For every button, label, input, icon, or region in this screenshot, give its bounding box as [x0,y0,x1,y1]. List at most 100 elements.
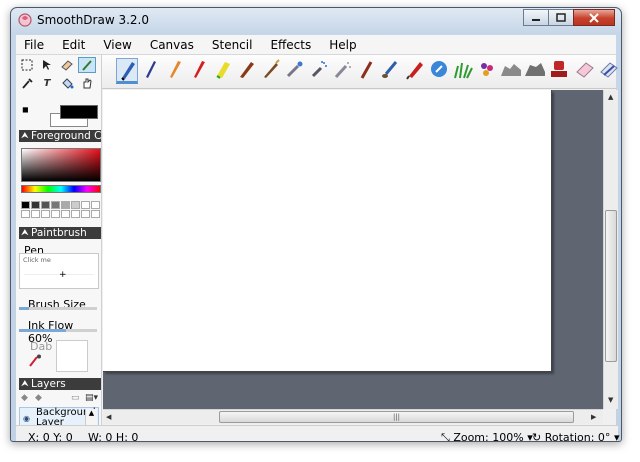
move-layer-up-icon[interactable]: ◆ [35,393,42,403]
client-area: T ◼ ⮝ Foreground C ⮝ Paintbrush Pen Clic… [16,55,619,442]
menu-canvas[interactable]: Canvas [148,37,196,53]
menu-edit[interactable]: Edit [60,37,87,53]
palette-swatch[interactable] [21,210,30,218]
palette-swatch[interactable] [81,201,90,209]
horizontal-scroll-thumb[interactable]: ||| [219,411,574,423]
foreground-color-swatch[interactable] [60,105,98,119]
foreground-panel-header[interactable]: ⮝ Foreground C [19,130,101,142]
hand-icon [83,78,92,89]
brush-eraser-button[interactable] [574,58,596,84]
eraser-tool[interactable] [58,57,76,73]
brush-ballpoint-button[interactable] [140,58,162,84]
left-tool-panel: T ◼ ⮝ Foreground C ⮝ Paintbrush Pen Clic… [16,55,102,429]
palette-swatch[interactable] [71,201,80,209]
scroll-right-icon[interactable]: ▶ [591,413,596,421]
palette-swatch[interactable] [51,201,60,209]
spray-icon [311,61,327,78]
eyedropper-tool[interactable] [18,75,36,91]
vertical-scroll-thumb[interactable] [605,210,617,362]
drawing-canvas[interactable] [103,90,552,372]
move-tool[interactable] [38,57,56,73]
brush-size-slider[interactable] [19,307,97,310]
brush-preview-box[interactable]: Click me + [19,253,99,289]
color-gradient-picker[interactable] [21,148,101,182]
palette-swatch[interactable] [31,201,40,209]
rotation-control[interactable]: ↻ Rotation: 0° ▾ [532,431,619,442]
close-button[interactable] [573,9,615,26]
palette-swatch[interactable] [81,210,90,218]
paintbrush-panel-title: Paintbrush [31,227,87,239]
brush-paintbrush-button[interactable] [380,58,402,84]
eye-visibility-icon[interactable]: ◉ [23,414,30,423]
window-controls [523,9,615,26]
window-title: SmoothDraw 3.2.0 [37,13,149,27]
title-bar[interactable]: SmoothDraw 3.2.0 [11,8,621,34]
ink-flow-fill [19,329,66,332]
canvas-viewport[interactable] [103,90,603,409]
highlighter-icon [216,62,230,79]
brush-flower-button[interactable] [476,58,498,84]
horizontal-scrollbar[interactable]: ◀ ||| ▶ [103,409,603,424]
menu-stencil[interactable]: Stencil [210,37,255,53]
brush-fountain-pen-button[interactable] [260,58,282,84]
menu-help[interactable]: Help [327,37,358,53]
brush-pencil-button[interactable] [164,58,186,84]
select-rect-tool[interactable] [18,57,36,73]
palette-swatch[interactable] [31,210,40,218]
brush-rock-stamp-button[interactable] [500,58,522,84]
palette-swatch[interactable] [21,201,30,209]
dab-preview-box[interactable] [56,340,88,372]
rotation-value: Rotation: 0° [544,431,611,442]
scroll-up-icon[interactable]: ▲ [608,93,613,101]
hand-tool[interactable] [78,75,96,91]
palette-swatch[interactable] [91,201,100,209]
brush-pen-button[interactable] [116,58,138,84]
flower-icon [481,63,493,76]
palette-swatch[interactable] [51,210,60,218]
zoom-control[interactable]: ⤡ Zoom: 100% ▾ [441,431,533,441]
layers-panel-header[interactable]: ⮝ Layers [19,378,101,390]
menu-effects[interactable]: Effects [268,37,313,53]
dab-brush-icon[interactable] [28,354,42,368]
brush-highlighter-button[interactable] [212,58,234,84]
dotted-rect-icon [21,59,33,71]
brush-marker-button[interactable] [236,58,258,84]
collapse-chevron-icon: ⮝ [21,228,29,238]
brush-red-pencil-button[interactable] [404,58,426,84]
brush-calligraphy-button[interactable] [356,58,378,84]
crayon-icon [194,61,205,78]
brush-tool[interactable] [78,57,96,73]
maximize-button[interactable] [548,9,574,26]
paintbrush-panel-header[interactable]: ⮝ Paintbrush [19,227,101,239]
fill-tool[interactable] [58,75,76,91]
brush-stone-stamp-button[interactable] [524,58,546,84]
palette-swatch[interactable] [91,210,100,218]
layer-menu-icon[interactable]: ▤▾ [85,393,98,403]
swap-colors-icon[interactable]: ◼ [22,105,29,114]
palette-swatch[interactable] [41,201,50,209]
palette-swatch[interactable] [71,210,80,218]
ink-flow-slider[interactable] [19,329,97,332]
palette-swatch[interactable] [61,210,70,218]
hue-slider[interactable] [21,185,101,193]
scroll-left-icon[interactable]: ◀ [106,413,111,421]
app-window: SmoothDraw 3.2.0 File Edit View Canvas S… [10,7,622,442]
scroll-down-icon[interactable]: ▼ [608,396,613,404]
palette-swatch[interactable] [41,210,50,218]
brush-crayon-button[interactable] [188,58,210,84]
palette-swatch[interactable] [61,201,70,209]
brush-spray-button[interactable] [308,58,330,84]
brush-graffiti-button[interactable] [332,58,354,84]
menu-view[interactable]: View [101,37,133,53]
new-layer-icon[interactable]: ▭ [71,393,80,403]
brush-seal-stamp-button[interactable] [548,58,570,84]
minimize-button[interactable] [523,9,549,26]
brush-hard-eraser-button[interactable] [598,58,620,84]
menu-file[interactable]: File [22,37,46,53]
brush-grass-button[interactable] [452,58,474,84]
brush-airbrush-button[interactable] [284,58,306,84]
vertical-scrollbar[interactable]: ▲ ▼ [603,90,618,409]
text-tool[interactable]: T [38,75,56,91]
brush-blur-button[interactable] [428,58,450,84]
move-layer-down-icon[interactable]: ◆ [21,393,28,403]
